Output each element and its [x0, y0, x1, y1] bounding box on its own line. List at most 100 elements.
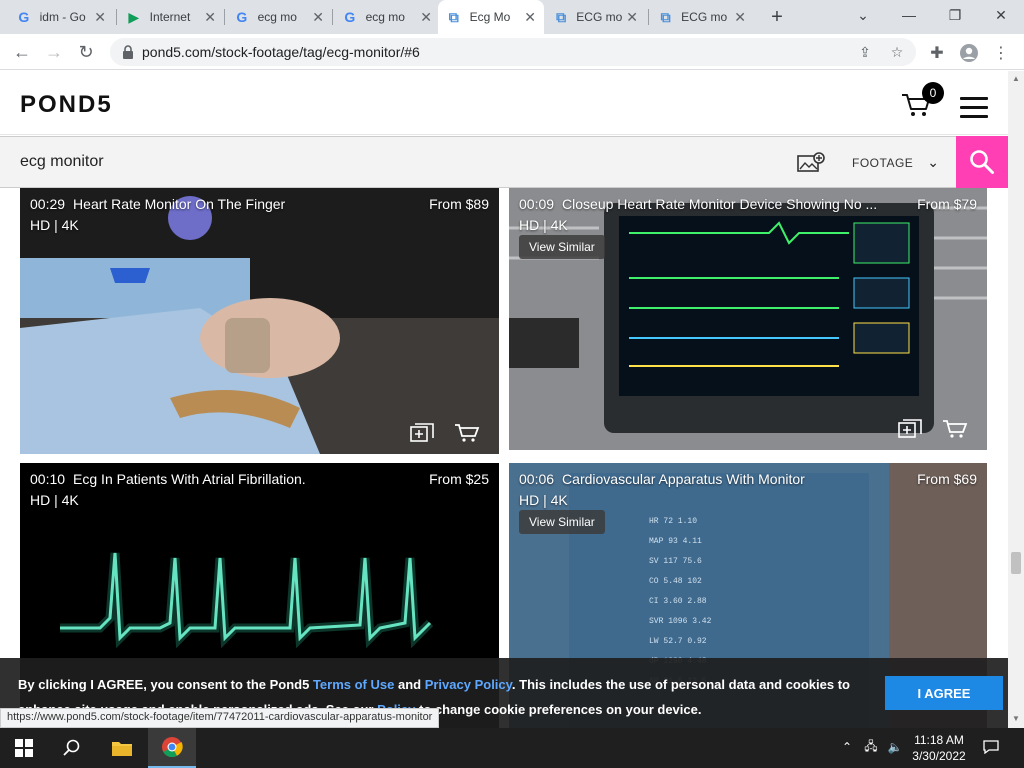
folder-icon: [112, 742, 132, 756]
system-clock[interactable]: 11:18 AM 3/30/2022: [908, 732, 970, 764]
card-title-line: 00:29 Heart Rate Monitor On The Finger: [30, 196, 285, 212]
price-label: From $25: [429, 471, 489, 487]
browser-tab[interactable]: G ecg mo ✕: [334, 0, 440, 34]
terms-of-use-link[interactable]: Terms of Use: [313, 677, 394, 692]
view-similar-button[interactable]: View Similar: [519, 510, 605, 534]
search-icon: [970, 150, 994, 174]
add-to-cart-icon[interactable]: [454, 422, 480, 444]
cookie-text: to change cookie preferences on your dev…: [415, 702, 702, 717]
search-taskbar-button[interactable]: [48, 728, 96, 768]
close-tab-icon[interactable]: ✕: [734, 9, 746, 26]
chrome-menu-icon[interactable]: ⋮: [990, 42, 1012, 64]
pond5-logo[interactable]: POND5: [20, 91, 113, 119]
cookie-text: By clicking I AGREE, you consent to the …: [18, 677, 313, 692]
card-title[interactable]: Cardiovascular Apparatus With Monitor: [562, 471, 805, 487]
card-title[interactable]: Heart Rate Monitor On The Finger: [73, 196, 285, 212]
duration: 00:09: [519, 196, 555, 212]
chrome-taskbar-button[interactable]: [148, 728, 196, 768]
duration: 00:29: [30, 196, 66, 212]
chevron-down-icon: ⌄: [927, 154, 940, 170]
close-tab-icon[interactable]: ✕: [626, 9, 638, 26]
agree-button[interactable]: I AGREE: [885, 676, 1003, 710]
close-tab-icon[interactable]: ✕: [94, 9, 106, 26]
chrome-icon: [162, 737, 183, 758]
reload-button[interactable]: ↻: [74, 40, 98, 64]
show-hidden-icons-chevron-icon[interactable]: ⌃: [838, 738, 856, 756]
card-title-line: 00:10 Ecg In Patients With Atrial Fibrill…: [30, 471, 306, 487]
browser-tab[interactable]: G idm - Go ✕: [8, 0, 114, 34]
video-thumbnail: [509, 188, 987, 450]
image-search-icon[interactable]: [796, 151, 826, 175]
privacy-policy-link[interactable]: Privacy Policy: [425, 677, 512, 692]
clock-date: 3/30/2022: [912, 749, 966, 763]
add-to-cart-icon[interactable]: [942, 418, 968, 440]
address-bar[interactable]: pond5.com/stock-footage/tag/ecg-monitor/…: [110, 38, 916, 66]
google-icon: G: [344, 9, 356, 25]
search-bar: ecg monitor FOOTAGE ⌄: [0, 136, 1008, 188]
tab-title: ECG mo: [576, 10, 623, 24]
extensions-icon[interactable]: ✚: [926, 42, 948, 64]
share-icon[interactable]: ⇪: [856, 43, 874, 61]
scrollbar-thumb[interactable]: [1011, 552, 1021, 574]
tab-title: Ecg Mo: [469, 10, 511, 24]
back-button[interactable]: ←: [10, 40, 34, 64]
tab-title: ecg mo: [257, 10, 297, 24]
duration: 00:10: [30, 471, 66, 487]
media-type-label: FOOTAGE: [852, 155, 914, 170]
start-button[interactable]: [0, 728, 48, 768]
add-to-collection-icon[interactable]: [898, 418, 924, 440]
browser-tab[interactable]: ▶ Internet ✕: [118, 0, 224, 34]
browser-tab-active[interactable]: ⧉ Ecg Mo ✕: [438, 0, 544, 34]
svg-text:LW 52.7 0.92: LW 52.7 0.92: [649, 637, 707, 646]
windows-taskbar: ⌃ 🖧 🔈 11:18 AM 3/30/2022: [0, 728, 1024, 768]
add-to-collection-icon[interactable]: [410, 422, 436, 444]
scroll-up-arrow-icon[interactable]: ▲: [1012, 74, 1020, 83]
browser-tab[interactable]: ⧉ ECG mo ✕: [546, 0, 646, 34]
price-label: From $79: [917, 196, 977, 212]
status-bar-url: https://www.pond5.com/stock-footage/item…: [0, 708, 440, 728]
lock-icon: [123, 45, 133, 59]
scroll-down-arrow-icon[interactable]: ▼: [1012, 714, 1020, 723]
close-tab-icon[interactable]: ✕: [420, 9, 432, 26]
cart-count-badge: 0: [922, 82, 944, 104]
menu-icon[interactable]: [960, 97, 988, 118]
bookmark-star-icon[interactable]: ☆: [888, 43, 906, 61]
view-similar-button[interactable]: View Similar: [519, 235, 605, 259]
restore-button[interactable]: ❐: [932, 0, 978, 30]
svg-text:SVR 1096 3.42: SVR 1096 3.42: [649, 617, 712, 626]
tab-search-icon[interactable]: ⌄: [840, 0, 886, 30]
volume-icon[interactable]: 🔈: [886, 738, 904, 756]
tab-title: Internet: [149, 10, 191, 24]
close-tab-icon[interactable]: ✕: [312, 9, 324, 26]
google-icon: G: [236, 9, 248, 25]
forward-button[interactable]: →: [42, 40, 66, 64]
minimize-button[interactable]: —: [886, 0, 932, 30]
svg-text:HR 72 1.10: HR 72 1.10: [649, 517, 697, 526]
new-tab-button[interactable]: +: [765, 5, 789, 29]
close-tab-icon[interactable]: ✕: [524, 9, 536, 26]
close-tab-icon[interactable]: ✕: [204, 9, 216, 26]
media-type-select[interactable]: FOOTAGE ⌄: [852, 154, 940, 171]
result-card[interactable]: 00:09 Closeup Heart Rate Monitor Device S…: [509, 188, 987, 450]
card-title[interactable]: Closeup Heart Rate Monitor Device Showin…: [562, 196, 877, 212]
result-card[interactable]: 00:29 Heart Rate Monitor On The Finger HD…: [20, 188, 499, 454]
search-input[interactable]: ecg monitor: [20, 153, 104, 171]
notifications-icon[interactable]: [982, 738, 1000, 756]
search-button[interactable]: [956, 136, 1008, 188]
svg-text:MAP 93 4.11: MAP 93 4.11: [649, 537, 702, 546]
browser-tab-strip: G idm - Go ✕ ▶ Internet ✕ G ecg mo ✕ G e…: [0, 0, 1024, 34]
network-icon[interactable]: 🖧: [862, 738, 880, 756]
tab-title: ECG mo: [681, 10, 728, 24]
quality-label: HD | 4K: [30, 492, 79, 508]
page-scrollbar[interactable]: [1008, 71, 1024, 728]
card-title[interactable]: Ecg In Patients With Atrial Fibrillation…: [73, 471, 306, 487]
browser-tab[interactable]: ⧉ ECG mo ✕: [650, 0, 754, 34]
file-explorer-button[interactable]: [98, 728, 146, 768]
url-text[interactable]: pond5.com/stock-footage/tag/ecg-monitor/…: [142, 44, 420, 60]
close-window-button[interactable]: ✕: [978, 0, 1024, 30]
profile-avatar-icon[interactable]: [958, 42, 980, 64]
browser-tab[interactable]: G ecg mo ✕: [226, 0, 332, 34]
quality-label: HD | 4K: [30, 217, 79, 233]
svg-text:SV 117 75.6: SV 117 75.6: [649, 557, 702, 566]
price-label: From $69: [917, 471, 977, 487]
